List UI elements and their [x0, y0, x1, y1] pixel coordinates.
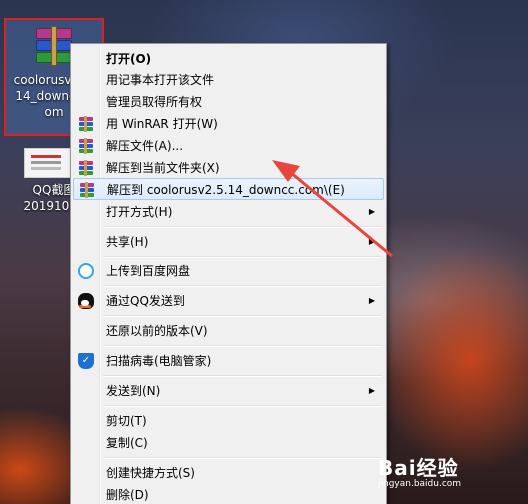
annotation-arrow-icon	[272, 160, 393, 258]
baidu-jingyan-watermark: Bai经验 jingyan.baidu.com	[378, 452, 461, 489]
watermark-url: jingyan.baidu.com	[378, 479, 462, 489]
watermark-brand: Bai经验	[378, 456, 459, 480]
